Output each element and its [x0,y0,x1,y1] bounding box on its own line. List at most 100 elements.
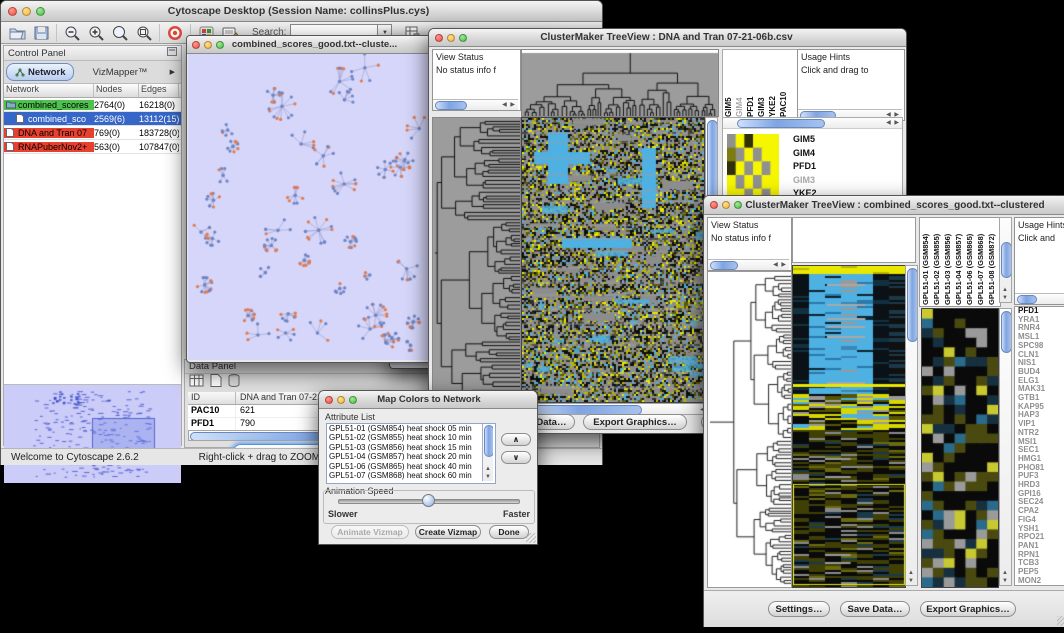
network-list-empty-area [4,154,181,385]
tv1-column-label[interactable]: GIM3 [757,51,767,117]
close-button[interactable] [710,201,718,209]
delete-attribute-icon[interactable] [228,374,240,392]
tv1-column-label[interactable]: PFD1 [746,51,756,117]
attribute-list-item[interactable]: GPL51-06 (GSM865) heat shock 40 min [327,462,495,471]
tv1-detail-gene-label[interactable]: GIM5 [793,133,821,147]
main-titlebar[interactable]: Cytoscape Desktop (Session Name: collins… [1,1,602,22]
tv2-view-status-scrollbar[interactable]: ◀ ▶ [708,259,789,270]
file-icon [6,128,16,137]
attribute-list-item[interactable]: GPL51-02 (GSM855) heat shock 10 min [327,433,495,442]
tv2-save-data-button[interactable]: Save Data… [840,601,910,617]
tv2-labels-vscrollbar[interactable]: ▲▼ [999,217,1012,303]
control-panel: Control Panel Network VizMapper™ ▶ Netwo… [3,45,182,446]
tv2-column-label[interactable]: GPL51-04 (GSM857) [954,219,964,305]
close-button[interactable] [435,34,443,42]
tv2-gene-label[interactable]: MON2 [1018,577,1064,586]
tv2-usage-hints-scrollbar[interactable] [1015,293,1064,304]
tv2-column-label[interactable]: GPL51-03 (GSM856) [943,219,953,305]
network-table-row[interactable]: combined_scores 2764(0) 16218(0) [4,98,181,112]
help-lifering-icon[interactable] [163,23,187,43]
tv2-heatmap-vscrollbar[interactable]: ▲▼ [905,265,918,586]
attribute-select-icon[interactable] [189,374,204,392]
minimize-button[interactable] [447,34,455,42]
tab-vizmapper[interactable]: VizMapper™ [76,67,163,78]
tv2-column-label[interactable]: GPL51-02 (GSM855) [932,219,942,305]
zoom-selected-icon[interactable] [132,23,156,43]
tv2-zoom-vscrollbar[interactable]: ▲▼ [999,308,1012,586]
network-view-canvas[interactable] [188,54,432,360]
tv1-view-status-scrollbar[interactable]: ◀ ▶ [433,99,518,110]
tv2-export-graphics-button[interactable]: Export Graphics… [920,601,1016,617]
tv1-detail-hscrollbar[interactable]: ◀ ▶ [723,118,902,129]
float-panel-icon[interactable] [167,47,177,59]
zoom-button[interactable] [216,41,224,49]
tv2-zoom-heatmap[interactable] [921,308,999,588]
resize-grip[interactable] [526,533,536,543]
control-panel-title: Control Panel [8,48,66,59]
tv1-column-dendrogram[interactable] [521,49,719,117]
minimize-button[interactable] [722,201,730,209]
move-attribute-up-button[interactable]: ∧ [501,433,531,446]
zoom-in-icon[interactable] [84,23,108,43]
tv1-column-label[interactable]: YKE2 [768,51,778,117]
toolbar-separator [56,24,57,42]
zoom-fit-icon[interactable] [108,23,132,43]
treeview1-titlebar[interactable]: ClusterMaker TreeView : DNA and Tran 07-… [429,29,906,47]
resize-grip[interactable] [1057,616,1064,626]
tv2-settings-button[interactable]: Settings… [768,601,830,617]
network-overview-panel[interactable] [4,385,181,483]
move-attribute-down-button[interactable]: ∨ [501,451,531,464]
tv1-detail-gene-label[interactable]: PFD1 [793,160,821,174]
treeview2-titlebar[interactable]: ClusterMaker TreeView : combined_scores_… [704,196,1064,215]
tv2-usage-hints-info: Click and [1015,231,1064,244]
zoom-button[interactable] [459,34,467,42]
zoom-button[interactable] [36,7,45,16]
close-button[interactable] [8,7,17,16]
map-dialog-titlebar[interactable]: Map Colors to Network [319,391,537,409]
close-button[interactable] [192,41,200,49]
attribute-list-item[interactable]: GPL51-07 (GSM868) heat shock 60 min [327,471,495,480]
network-table-row[interactable]: combined_sco 2569(6) 13112(15) [4,112,181,126]
minimize-button[interactable] [22,7,31,16]
tv2-column-label[interactable]: GPL51-07 (GSM868) [976,219,986,305]
minimize-button[interactable] [337,396,345,404]
zoom-out-icon[interactable] [60,23,84,43]
animate-vizmap-button[interactable]: Animate Vizmap [331,525,409,539]
attribute-list-item[interactable]: GPL51-04 (GSM857) heat shock 20 min [327,452,495,461]
tv2-column-label[interactable]: GPL51-01 (GSM854) [921,219,931,305]
zoom-button[interactable] [734,201,742,209]
new-attribute-icon[interactable] [210,374,222,392]
minimize-button[interactable] [204,41,212,49]
tv1-column-label[interactable]: PAC10 [779,51,789,117]
toolbar-separator [159,24,160,42]
tv1-column-label[interactable]: GIM4 [735,51,745,117]
save-button[interactable] [29,23,53,43]
tab-overflow-arrow[interactable]: ▶ [166,68,179,76]
done-button[interactable]: Done [489,525,529,539]
tv2-usage-hints-title: Usage Hints [1015,218,1064,231]
tv2-heatmap[interactable] [792,265,906,588]
tv1-row-dendrogram[interactable] [432,117,521,403]
tv1-column-label[interactable]: GIM5 [724,51,734,117]
attribute-list-item[interactable]: GPL51-03 (GSM856) heat shock 15 min [327,443,495,452]
attribute-listbox: GPL51-01 (GSM854) heat shock 05 minGPL51… [326,423,496,484]
animation-speed-slider-thumb[interactable] [422,494,435,507]
tab-network[interactable]: Network [6,63,74,81]
tv1-heatmap[interactable] [521,117,705,403]
network-table-row[interactable]: DNA and Tran 07 769(0) 183728(0) [4,126,181,140]
close-button[interactable] [325,396,333,404]
network-table-row[interactable]: RNAPuberNov2+ 563(0) 107847(0) [4,140,181,154]
tv2-column-label[interactable]: GPL51-08 (GSM872) [987,219,997,305]
zoom-button[interactable] [349,396,357,404]
open-file-button[interactable] [5,23,29,43]
attribute-list-scrollbar[interactable]: ▲▼ [482,424,493,481]
attribute-list-item[interactable]: GPL51-01 (GSM854) heat shock 05 min [327,424,495,433]
tv2-column-label[interactable]: GPL51-06 (GSM865) [965,219,975,305]
network-overview-canvas[interactable] [4,385,175,481]
create-vizmap-button[interactable]: Create Vizmap [415,525,481,539]
tv1-detail-gene-label[interactable]: GIM3 [793,174,821,188]
tv2-row-dendrogram[interactable] [707,271,792,588]
tv1-export-graphics-button[interactable]: Export Graphics… [583,414,687,430]
tv1-detail-gene-label[interactable]: GIM4 [793,147,821,161]
network-view-titlebar[interactable]: combined_scores_good.txt--cluste... [187,36,435,54]
